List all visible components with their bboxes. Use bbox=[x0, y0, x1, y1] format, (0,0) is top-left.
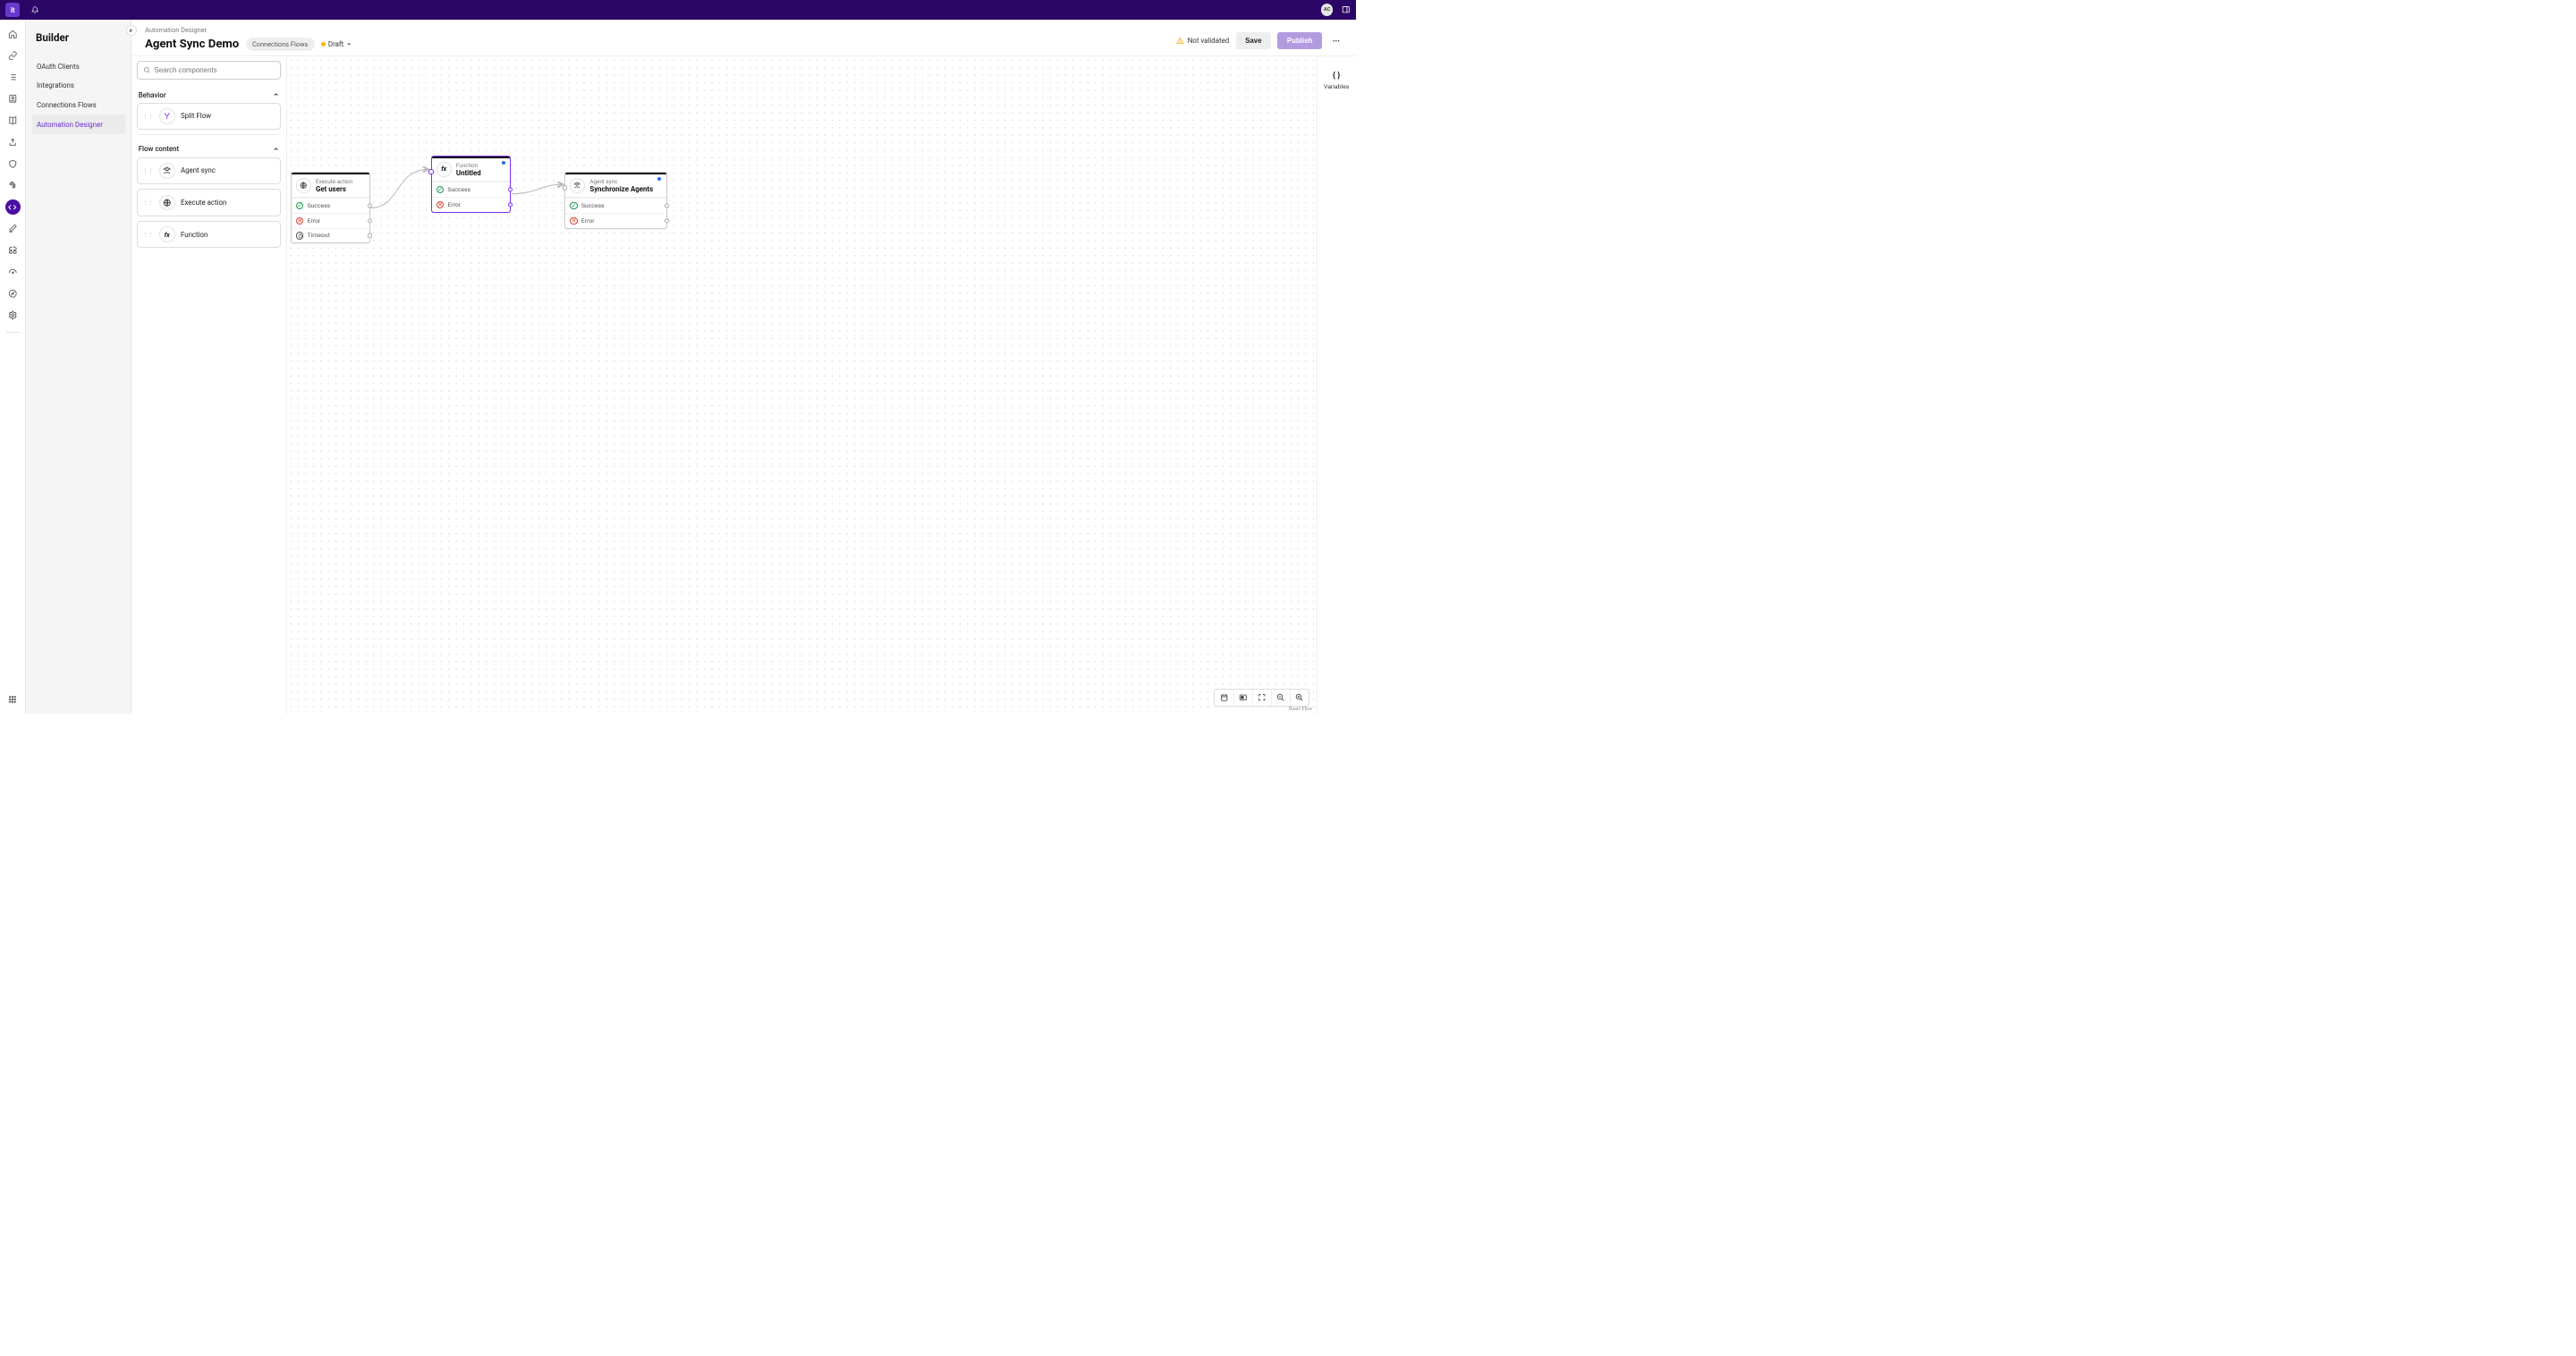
sidebar: Builder OAuth Clients Integrations Conne… bbox=[26, 20, 131, 714]
node-get-users[interactable]: Execute action Get users ✓Success ✕Error… bbox=[291, 172, 370, 244]
chevron-up-icon bbox=[273, 91, 279, 97]
rail-code-icon[interactable] bbox=[5, 199, 21, 215]
canvas-attribution: React Flow bbox=[1289, 707, 1312, 712]
component-agent-sync[interactable]: ⋮⋮ Agent sync bbox=[137, 157, 282, 184]
fullscreen-button[interactable] bbox=[1252, 690, 1271, 707]
braces-icon: { } bbox=[1333, 71, 1341, 81]
topbar: it AC bbox=[0, 0, 1356, 20]
rail-fingerprint-icon[interactable] bbox=[5, 178, 21, 193]
component-function[interactable]: ⋮⋮ fx Function bbox=[137, 221, 282, 248]
error-icon: ✕ bbox=[296, 217, 303, 225]
error-icon: ✕ bbox=[570, 217, 577, 225]
more-menu-button[interactable] bbox=[1328, 33, 1344, 49]
timeout-icon bbox=[296, 232, 303, 239]
status-dot-icon bbox=[321, 42, 326, 47]
changed-indicator-icon bbox=[502, 161, 505, 165]
flow-canvas[interactable]: Execute action Get users ✓Success ✕Error… bbox=[287, 56, 1317, 714]
component-palette: Behavior ⋮⋮ Split Flow Flow content ⋮⋮ A… bbox=[131, 56, 286, 714]
agent-icon bbox=[570, 178, 585, 193]
fit-view-button[interactable] bbox=[1233, 690, 1252, 707]
notifications-icon[interactable] bbox=[31, 6, 38, 13]
canvas-toolbar bbox=[1214, 689, 1309, 708]
rail-gauge-icon[interactable] bbox=[5, 265, 21, 280]
validation-status: Not validated bbox=[1176, 37, 1229, 45]
drag-handle-icon: ⋮⋮ bbox=[142, 113, 154, 120]
page-header: Automation Designer Agent Sync Demo Conn… bbox=[131, 20, 1355, 56]
rail-list-icon[interactable] bbox=[5, 70, 21, 85]
panel-toggle-icon[interactable] bbox=[1342, 5, 1350, 13]
component-split-flow[interactable]: ⋮⋮ Split Flow bbox=[137, 103, 282, 130]
drag-handle-icon: ⋮⋮ bbox=[142, 231, 154, 238]
rail-contact-icon[interactable] bbox=[5, 91, 21, 106]
success-icon: ✓ bbox=[570, 202, 577, 209]
sidebar-item-automation-designer[interactable]: Automation Designer bbox=[32, 114, 125, 134]
rail-book-icon[interactable] bbox=[5, 113, 21, 128]
node-output-error[interactable]: ✕Error bbox=[292, 213, 369, 228]
node-output-error[interactable]: ✕Error bbox=[565, 213, 666, 228]
sidebar-item-oauth[interactable]: OAuth Clients bbox=[32, 56, 125, 76]
avatar[interactable]: AC bbox=[1321, 4, 1334, 16]
rail-compass-icon[interactable] bbox=[5, 286, 21, 301]
section-behavior-header[interactable]: Behavior bbox=[137, 87, 282, 102]
flow-type-chip: Connections Flows bbox=[246, 38, 315, 51]
rail-export-icon[interactable] bbox=[5, 134, 21, 149]
breadcrumb: Automation Designer bbox=[145, 26, 1343, 34]
status-dropdown[interactable]: Draft bbox=[321, 40, 352, 48]
save-button[interactable]: Save bbox=[1236, 32, 1271, 50]
section-flow-content-header[interactable]: Flow content bbox=[137, 141, 282, 157]
drag-handle-icon: ⋮⋮ bbox=[142, 167, 154, 174]
page-title: Agent Sync Demo bbox=[145, 38, 239, 51]
content: Automation Designer Agent Sync Demo Conn… bbox=[131, 20, 1355, 714]
zoom-in-button[interactable] bbox=[1290, 690, 1309, 707]
success-icon: ✓ bbox=[296, 202, 303, 209]
rail-edit-icon[interactable] bbox=[5, 221, 21, 236]
search-components-input[interactable] bbox=[137, 61, 282, 79]
warning-icon bbox=[1176, 37, 1183, 44]
sidebar-item-connections-flows[interactable]: Connections Flows bbox=[32, 96, 125, 115]
node-input-port[interactable] bbox=[563, 185, 567, 190]
node-untitled-function[interactable]: fx Function Untitled ✓Success ✕Error bbox=[431, 156, 511, 213]
chevron-down-icon bbox=[346, 41, 352, 47]
sidebar-heading: Builder bbox=[32, 31, 125, 44]
agent-icon bbox=[159, 163, 175, 179]
schedule-button[interactable] bbox=[1215, 690, 1233, 707]
split-icon bbox=[159, 108, 175, 124]
publish-button[interactable]: Publish bbox=[1277, 32, 1321, 50]
sidebar-item-integrations[interactable]: Integrations bbox=[32, 76, 125, 96]
success-icon: ✓ bbox=[436, 186, 444, 193]
component-execute-action[interactable]: ⋮⋮ Execute action bbox=[137, 189, 282, 216]
globe-icon bbox=[296, 178, 311, 193]
rail-gear-icon[interactable] bbox=[5, 308, 21, 323]
globe-icon bbox=[159, 195, 175, 211]
rail-home-icon[interactable] bbox=[5, 26, 21, 41]
error-icon: ✕ bbox=[436, 201, 444, 208]
drag-handle-icon: ⋮⋮ bbox=[142, 199, 154, 206]
node-output-success[interactable]: ✓Success bbox=[565, 198, 666, 213]
fx-icon: fx bbox=[436, 162, 452, 177]
nav-rail bbox=[0, 20, 26, 714]
search-icon bbox=[143, 66, 150, 73]
fx-icon: fx bbox=[159, 226, 175, 242]
zoom-out-button[interactable] bbox=[1271, 690, 1290, 707]
node-output-timeout[interactable]: Timeout bbox=[292, 228, 369, 243]
app-logo[interactable]: it bbox=[5, 3, 20, 17]
rail-plugin-icon[interactable] bbox=[5, 242, 21, 258]
chevron-up-icon bbox=[273, 146, 279, 152]
rail-apps-icon[interactable] bbox=[5, 692, 21, 708]
variables-panel-toggle[interactable]: { } Variables bbox=[1317, 56, 1356, 714]
node-output-success[interactable]: ✓Success bbox=[292, 198, 369, 213]
node-output-success[interactable]: ✓Success bbox=[432, 182, 510, 197]
node-output-error[interactable]: ✕Error bbox=[432, 197, 510, 212]
rail-link-icon[interactable] bbox=[5, 48, 21, 64]
node-input-port[interactable] bbox=[428, 169, 433, 174]
node-synchronize-agents[interactable]: Agent sync Synchronize Agents ✓Success ✕… bbox=[564, 172, 667, 229]
collapse-sidebar-button[interactable] bbox=[126, 25, 137, 36]
rail-shield-icon[interactable] bbox=[5, 157, 21, 172]
